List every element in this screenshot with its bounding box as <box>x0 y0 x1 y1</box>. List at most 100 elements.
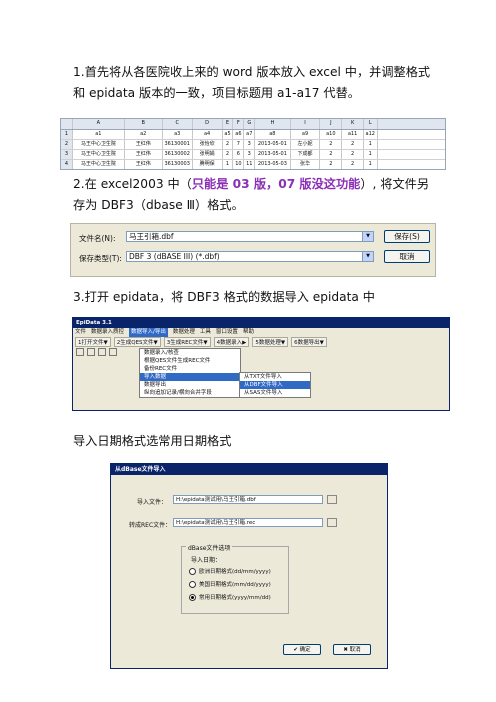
table-cell[interactable]: a3 <box>163 130 193 139</box>
table-cell[interactable]: 36130002 <box>163 150 193 159</box>
table-cell[interactable]: 2 <box>342 160 364 169</box>
column-header[interactable]: J <box>320 119 343 129</box>
chevron-down-icon[interactable]: ▼ <box>362 232 373 241</box>
table-cell[interactable]: a11 <box>342 130 364 139</box>
toolbar-button[interactable]: 3生成REC文件▼ <box>163 337 211 347</box>
table-cell[interactable]: a12 <box>364 130 378 139</box>
table-cell[interactable]: 2013-05-01 <box>255 140 291 149</box>
table-cell[interactable]: 2013-05-03 <box>255 160 291 169</box>
table-cell[interactable]: 腾明保 <box>193 160 223 169</box>
menu-item[interactable]: 数据处理 <box>173 328 195 337</box>
table-cell[interactable]: a5 <box>223 130 234 139</box>
table-cell[interactable]: 3 <box>244 140 256 149</box>
save-icon[interactable] <box>98 347 106 356</box>
table-cell[interactable]: 2 <box>342 140 364 149</box>
table-cell[interactable]: 2013-05-01 <box>255 150 291 159</box>
submenu-option[interactable]: 从TXT文件导入 <box>240 373 310 381</box>
column-header[interactable]: G <box>244 119 256 129</box>
menu-option[interactable]: 根据QES文件生成REC文件 <box>140 357 240 365</box>
radio-icon[interactable] <box>189 567 196 575</box>
table-cell[interactable]: 王红伟 <box>125 160 163 169</box>
submenu-option[interactable]: 从SAS文件导入 <box>240 389 310 397</box>
menu-item[interactable]: 数据导入/导出 <box>129 328 168 337</box>
table-cell[interactable]: 1 <box>364 140 378 149</box>
open-folder-icon[interactable] <box>87 347 95 356</box>
column-header[interactable]: L <box>364 119 378 129</box>
table-cell[interactable]: 马王中心卫生院 <box>73 160 125 169</box>
menu-item[interactable]: 帮助 <box>243 328 254 337</box>
table-cell[interactable]: 马王中心卫生院 <box>73 150 125 159</box>
date-format-option[interactable]: 欧洲日期格式(dd/mm/yyyy) <box>189 567 271 575</box>
column-header[interactable]: H <box>255 119 291 129</box>
table-cell[interactable]: 下成都 <box>291 150 321 159</box>
row-number[interactable]: 4 <box>61 160 73 169</box>
column-header[interactable]: F <box>233 119 245 129</box>
table-cell[interactable]: 2 <box>342 150 364 159</box>
row-number[interactable]: 3 <box>61 150 73 159</box>
table-cell[interactable]: a8 <box>255 130 291 139</box>
table-cell[interactable]: 7 <box>233 140 245 149</box>
toolbar-button[interactable]: 4数据录入▶ <box>213 337 250 347</box>
table-cell[interactable]: a7 <box>244 130 256 139</box>
menu-item[interactable]: 文件 <box>75 328 86 337</box>
column-header[interactable]: E <box>223 119 234 129</box>
table-cell[interactable]: a10 <box>320 130 343 139</box>
menu-option[interactable]: 数据导出 <box>140 381 240 389</box>
table-cell[interactable]: 2 <box>320 160 343 169</box>
filename-input[interactable]: 马王引箱.dbf ▼ <box>126 231 374 242</box>
row-number[interactable]: 2 <box>61 140 73 149</box>
table-cell[interactable]: 2 <box>223 140 234 149</box>
table-cell[interactable]: 36130001 <box>163 140 193 149</box>
table-cell[interactable]: a9 <box>291 130 321 139</box>
table-cell[interactable]: 36130003 <box>163 160 193 169</box>
table-cell[interactable]: 马王中心卫生院 <box>73 140 125 149</box>
date-format-option[interactable]: 美国日期格式(mm/dd/yyyy) <box>189 580 271 588</box>
column-header[interactable]: C <box>163 119 193 129</box>
table-cell[interactable]: 2 <box>223 150 234 159</box>
radio-icon[interactable] <box>189 593 196 601</box>
toolbar-button[interactable]: 2生成QES文件▼ <box>113 337 161 347</box>
table-cell[interactable]: 1 <box>364 150 378 159</box>
ok-button[interactable]: ✔ 确定 <box>283 644 321 655</box>
table-cell[interactable]: a2 <box>125 130 163 139</box>
print-icon[interactable] <box>109 347 117 356</box>
menu-item[interactable]: 工具 <box>200 328 211 337</box>
table-cell[interactable]: 张华 <box>291 160 321 169</box>
column-header[interactable]: A <box>73 119 125 129</box>
table-cell[interactable]: 3 <box>244 150 256 159</box>
filetype-select[interactable]: DBF 3 (dBASE III) (*.dbf) ▼ <box>126 251 374 262</box>
table-cell[interactable]: 张怡欣 <box>193 140 223 149</box>
new-file-icon[interactable] <box>76 347 84 356</box>
menu-option[interactable]: 纵向追加记录/横向合并字段 <box>140 389 240 397</box>
submenu-option[interactable]: 从DBF文件导入 <box>240 381 310 389</box>
table-cell[interactable]: 王红伟 <box>125 140 163 149</box>
menu-option[interactable]: 导入数据 <box>140 373 240 381</box>
row-number[interactable]: 1 <box>61 130 73 139</box>
table-cell[interactable]: 2 <box>320 150 343 159</box>
cancel-button[interactable]: 取消 <box>384 250 430 263</box>
toolbar-button[interactable]: 1打开文件▼ <box>75 337 111 347</box>
table-cell[interactable]: 2 <box>320 140 343 149</box>
table-cell[interactable]: 11 <box>244 160 256 169</box>
chevron-down-icon[interactable]: ▼ <box>362 252 373 261</box>
menu-item[interactable]: 窗口设置 <box>216 328 238 337</box>
table-cell[interactable]: 王红伟 <box>125 150 163 159</box>
table-cell[interactable]: 左小妮 <box>291 140 321 149</box>
menu-option[interactable]: 数据录入/核查 <box>140 349 240 357</box>
column-header[interactable]: D <box>193 119 223 129</box>
radio-icon[interactable] <box>189 580 196 588</box>
table-cell[interactable]: 10 <box>233 160 245 169</box>
table-cell[interactable]: 6 <box>233 150 245 159</box>
column-header[interactable]: K <box>342 119 364 129</box>
table-cell[interactable]: 1 <box>223 160 234 169</box>
import-file-input[interactable]: H:\epidata测试用\马王引箱.dbf <box>173 495 323 504</box>
toolbar-button[interactable]: 5数据处理▼ <box>252 337 289 347</box>
menu-item[interactable]: 数据录入质控 <box>91 328 124 337</box>
cancel-button[interactable]: ✖ 取消 <box>333 644 371 655</box>
table-cell[interactable]: 1 <box>364 160 378 169</box>
toolbar-button[interactable]: 6数据导出▼ <box>291 337 327 347</box>
table-cell[interactable]: 张明娟 <box>193 150 223 159</box>
rec-file-input[interactable]: H:\epidata测试用\马王引箱.rec <box>173 518 323 527</box>
folder-icon[interactable] <box>327 495 337 504</box>
save-button[interactable]: 保存(S) <box>384 230 430 243</box>
